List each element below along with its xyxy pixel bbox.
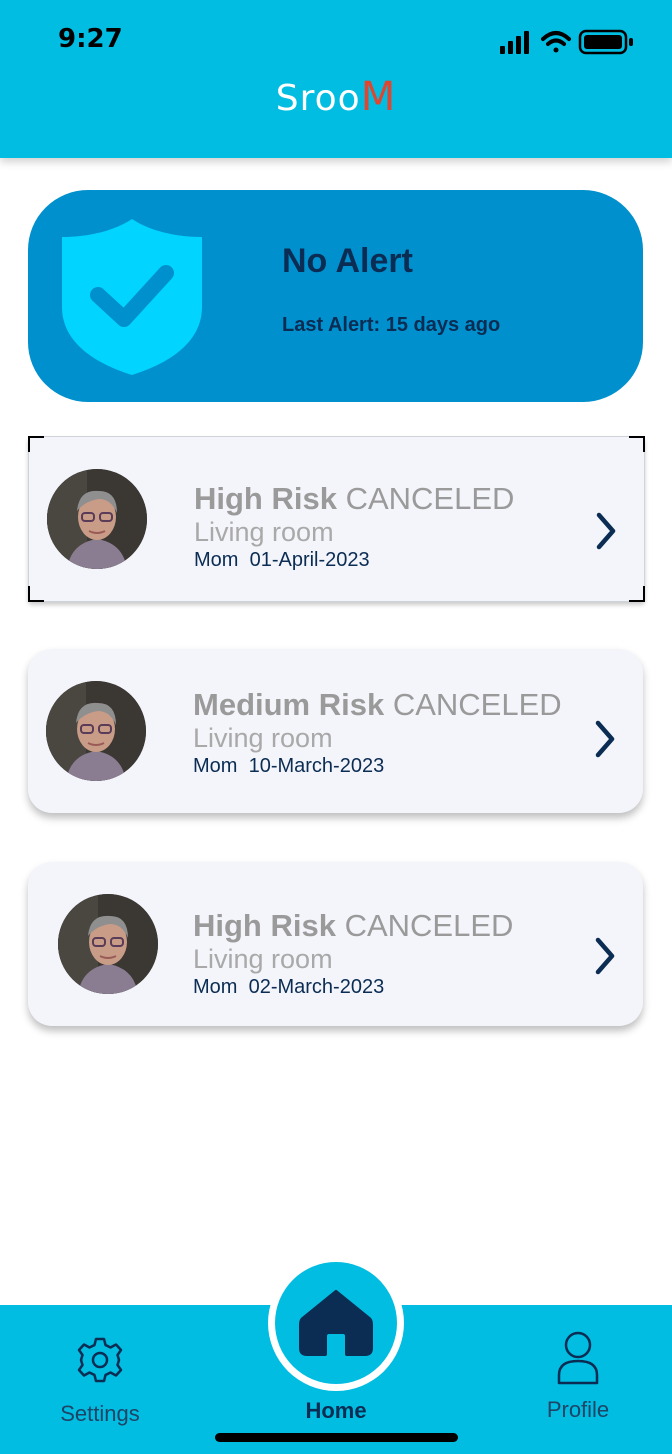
- risk-level: Medium Risk: [193, 687, 385, 722]
- app-header: 9:27 SrooM: [0, 0, 672, 158]
- chevron-right-icon[interactable]: [593, 719, 617, 759]
- signal-icon: [500, 31, 529, 54]
- avatar: [47, 469, 147, 569]
- chevron-right-icon[interactable]: [593, 936, 617, 976]
- logo-accent: M: [360, 74, 397, 120]
- event-date: 01-April-2023: [249, 549, 370, 571]
- chevron-right-icon[interactable]: [594, 511, 618, 551]
- selection-corner: [28, 586, 44, 602]
- wifi-icon: [541, 31, 571, 53]
- nav-home-label: Home: [305, 1398, 367, 1423]
- event-date: 10-March-2023: [248, 755, 385, 777]
- event-room: Living room: [193, 944, 333, 974]
- event-person: Mom: [193, 976, 238, 998]
- event-room: Living room: [194, 517, 334, 547]
- event-status: CANCELED: [345, 481, 515, 516]
- selection-corner: [28, 436, 44, 452]
- selection-corner: [629, 586, 645, 602]
- selection-corner: [629, 436, 645, 452]
- event-person: Mom: [194, 549, 239, 571]
- home-button[interactable]: [275, 1262, 397, 1384]
- home-icon: [299, 1290, 373, 1356]
- risk-level: High Risk: [194, 481, 337, 516]
- event-risk-line: High Risk CANCELED: [194, 481, 514, 517]
- event-meta: Mom 10-March-2023: [193, 753, 562, 779]
- event-card[interactable]: High Risk CANCELED Living room Mom 02-Ma…: [28, 862, 643, 1026]
- app-logo: SrooM: [0, 74, 672, 120]
- event-risk-line: Medium Risk CANCELED: [193, 687, 562, 723]
- last-alert-text: Last Alert: 15 days ago: [282, 314, 501, 336]
- gear-icon: [77, 1337, 123, 1383]
- status-icons: [500, 29, 633, 55]
- shield-check-icon: [62, 219, 202, 375]
- nav-home[interactable]: [268, 1255, 404, 1391]
- avatar: [58, 894, 158, 994]
- event-risk-line: High Risk CANCELED: [193, 908, 513, 944]
- logo-main: Sroo: [275, 78, 361, 119]
- event-status: CANCELED: [344, 908, 514, 943]
- event-meta: Mom 02-March-2023: [193, 974, 513, 1000]
- event-meta: Mom 01-April-2023: [194, 547, 514, 573]
- alert-status-card: No Alert Last Alert: 15 days ago: [28, 190, 643, 402]
- event-card[interactable]: Medium Risk CANCELED Living room Mom 10-…: [28, 649, 643, 813]
- event-card[interactable]: High Risk CANCELED Living room Mom 01-Ap…: [28, 436, 645, 602]
- battery-icon: [578, 29, 633, 55]
- user-icon: [557, 1331, 599, 1385]
- event-date: 02-March-2023: [248, 976, 385, 998]
- status-time: 9:27: [58, 24, 123, 54]
- event-room: Living room: [193, 723, 333, 753]
- event-status: CANCELED: [392, 687, 562, 722]
- avatar: [46, 681, 146, 781]
- alert-title: No Alert: [282, 242, 413, 280]
- home-indicator: [215, 1433, 458, 1442]
- risk-level: High Risk: [193, 908, 336, 943]
- event-person: Mom: [193, 755, 238, 777]
